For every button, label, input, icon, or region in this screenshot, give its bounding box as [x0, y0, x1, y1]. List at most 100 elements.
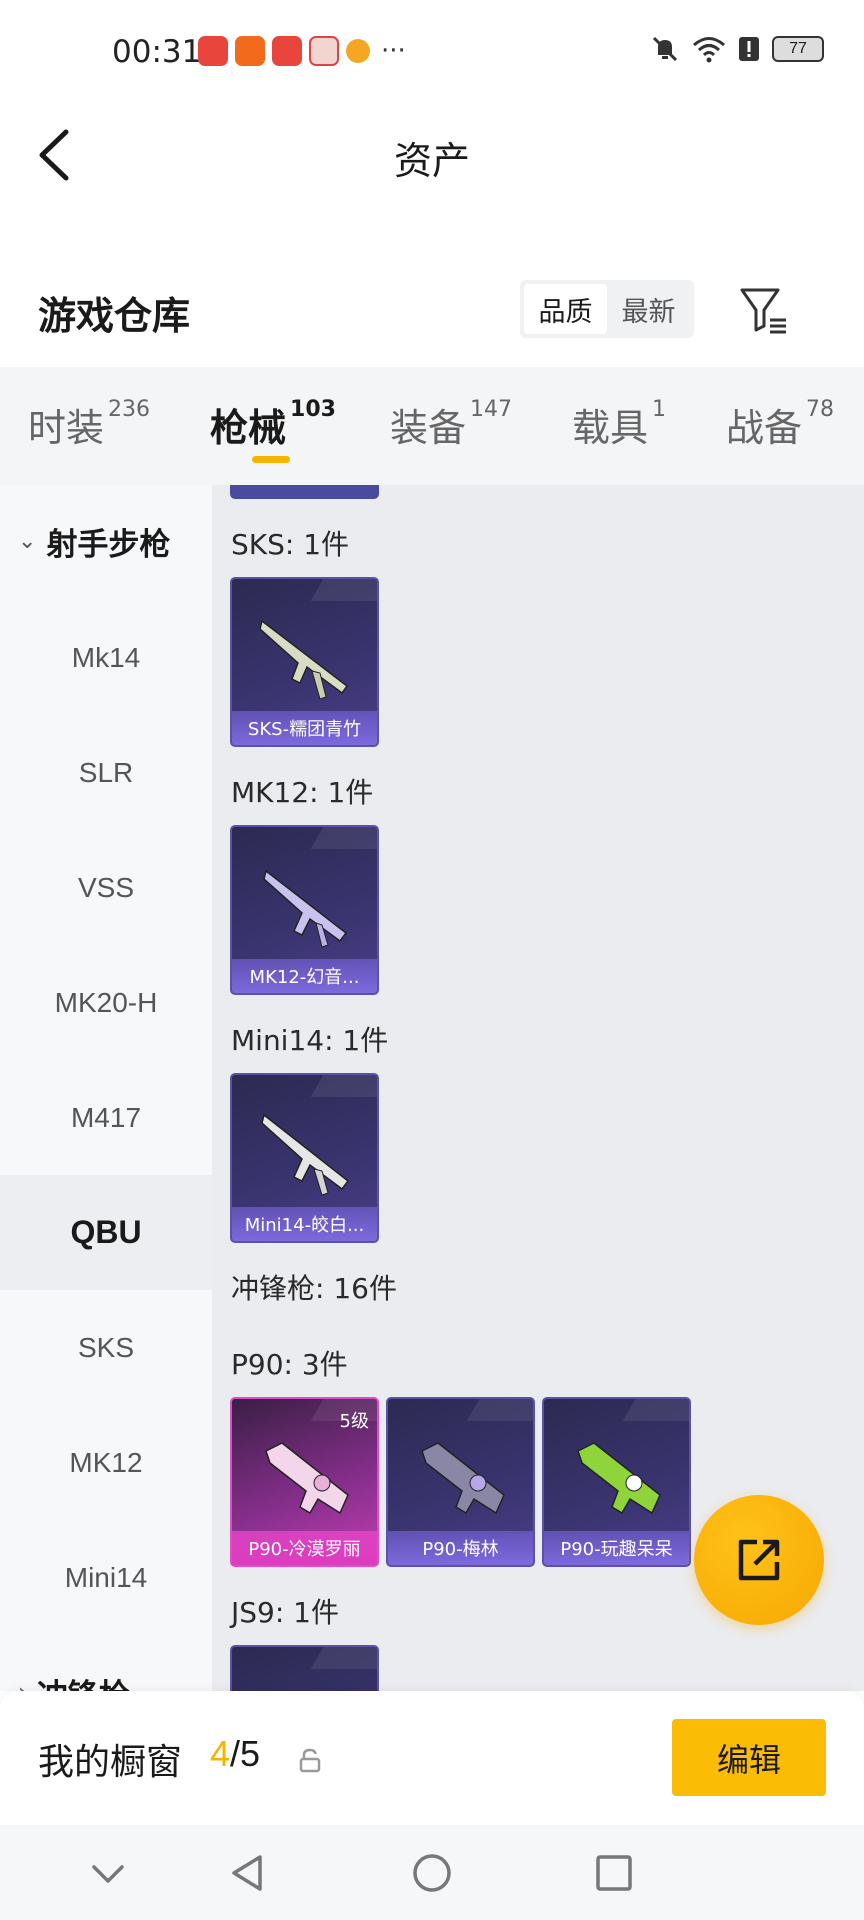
tab-label: 枪械	[210, 406, 287, 450]
section-title-sks: SKS: 1件	[231, 528, 350, 561]
tab-count: 1	[652, 397, 667, 422]
sort-quality-button[interactable]: 品质	[524, 284, 607, 334]
sidebar-item-mk14[interactable]: Mk14	[0, 600, 212, 715]
tab-count: 103	[290, 397, 336, 422]
section-title-p90: P90: 3件	[231, 1348, 348, 1381]
home-circle-icon[interactable]	[410, 1851, 454, 1895]
page-title: 资产	[393, 139, 470, 183]
tab-label: 装备	[390, 406, 467, 450]
weapon-card[interactable]: P90-梅林	[386, 1397, 535, 1567]
tab-count: 236	[108, 397, 151, 422]
app-notification-icon	[235, 36, 265, 66]
sidebar-item-mk20h[interactable]: MK20-H	[0, 945, 212, 1060]
mute-bell-icon	[652, 36, 678, 62]
recents-square-icon[interactable]	[592, 1851, 636, 1895]
rifle-icon	[263, 869, 348, 948]
weapon-card-name: P90-冷漠罗丽	[232, 1531, 377, 1565]
filter-icon[interactable]	[736, 282, 792, 338]
section-title-js9: JS9: 1件	[231, 1596, 339, 1629]
wifi-icon	[693, 37, 725, 63]
showcase-title: 我的橱窗	[38, 1742, 183, 1783]
alert-icon	[739, 37, 759, 61]
sidebar-group-smg[interactable]: › 冲锋枪	[0, 1635, 212, 1691]
notification-icons: ···	[198, 36, 406, 66]
rifle-icon	[259, 619, 349, 700]
tab-label: 时装	[28, 406, 105, 450]
showcase-count: 4/5	[210, 1733, 260, 1775]
system-nav-bar	[0, 1825, 864, 1920]
sidebar-group-label: 射手步枪	[46, 527, 171, 563]
section-title-mini14: Mini14: 1件	[231, 1024, 389, 1057]
status-bar: 00:31 ··· 77	[0, 0, 864, 104]
app-notification-icon	[198, 36, 228, 66]
weapon-sidebar: ⌄ 射手步枪 Mk14 SLR VSS MK20-H M417 QBU SKS M…	[0, 485, 212, 1691]
showcase-panel: 我的橱窗 4/5 编辑	[0, 1691, 864, 1825]
card-stripe	[310, 1075, 377, 1097]
more-notifications-icon: ···	[381, 36, 406, 66]
tab-firearms[interactable]: 枪械 103	[210, 397, 336, 452]
app-notification-icon	[272, 36, 302, 66]
status-time: 00:31	[112, 34, 202, 70]
smg-icon	[577, 1442, 661, 1515]
pet-notification-icon	[346, 39, 370, 63]
sidebar-item-m417[interactable]: M417	[0, 1060, 212, 1175]
sidebar-group-label: 冲锋枪	[37, 1670, 130, 1691]
tab-equipment[interactable]: 装备 147	[390, 397, 512, 452]
smg-icon	[421, 1442, 505, 1515]
tab-label: 战备	[726, 406, 803, 450]
rifle-icon	[261, 1113, 350, 1196]
active-tab-indicator	[252, 456, 290, 463]
weapon-card[interactable]: P90-玩趣呆呆	[542, 1397, 691, 1567]
edit-button[interactable]: 编辑	[672, 1719, 826, 1796]
gift-notification-icon	[309, 36, 339, 66]
back-triangle-icon[interactable]	[226, 1851, 270, 1895]
warehouse-title: 游戏仓库	[38, 294, 191, 338]
system-icons: 77	[650, 34, 824, 64]
card-stripe	[310, 1647, 377, 1669]
sidebar-item-vss[interactable]: VSS	[0, 830, 212, 945]
sort-toggle: 品质 最新	[520, 280, 694, 338]
chevron-down-icon: ⌄	[18, 529, 37, 554]
showcase-separator: /	[230, 1733, 241, 1774]
share-icon	[738, 1539, 780, 1581]
sort-newest-button[interactable]: 最新	[607, 284, 690, 334]
battery-indicator: 77	[772, 36, 824, 62]
showcase-current: 4	[210, 1733, 231, 1774]
card-stripe	[466, 1399, 533, 1421]
section-title-mk12: MK12: 1件	[231, 776, 374, 809]
smg-icon	[265, 1442, 349, 1515]
sidebar-item-mini14[interactable]: Mini14	[0, 1520, 212, 1635]
tab-count: 147	[470, 397, 513, 422]
sidebar-item-slr[interactable]: SLR	[0, 715, 212, 830]
sidebar-item-mk12[interactable]: MK12	[0, 1405, 212, 1520]
card-stripe	[310, 579, 377, 601]
tab-label: 载具	[572, 406, 649, 450]
sidebar-item-qbu[interactable]: QBU	[0, 1175, 212, 1290]
share-button[interactable]	[694, 1495, 824, 1625]
weapon-card-name: P90-梅林	[388, 1531, 533, 1565]
tab-combat-supplies[interactable]: 战备 78	[726, 397, 834, 452]
section-title-smg: 冲锋枪: 16件	[231, 1272, 397, 1305]
weapon-card[interactable]: MK12-幻音...	[230, 825, 379, 995]
chevron-down-icon[interactable]	[86, 1851, 130, 1895]
weapon-card[interactable]: Mini14-皎白...	[230, 1073, 379, 1243]
weapon-card-partial[interactable]	[230, 485, 379, 499]
tab-fashion[interactable]: 时装 236	[28, 397, 150, 452]
weapon-card-name: SKS-糯团青竹	[232, 711, 377, 745]
tab-vehicles[interactable]: 载具 1	[572, 397, 666, 452]
chevron-right-icon: ›	[18, 1680, 27, 1691]
category-tabs: 时装 236 枪械 103 装备 147 载具 1 战备 78	[0, 367, 864, 485]
card-stripe	[310, 827, 377, 849]
weapon-card[interactable]: SKS-糯团青竹	[230, 577, 379, 747]
tab-count: 78	[806, 397, 835, 422]
weapon-card[interactable]	[230, 1645, 379, 1691]
lock-icon	[299, 1748, 321, 1773]
card-stripe	[622, 1399, 689, 1421]
weapon-card-name: MK12-幻音...	[232, 959, 377, 993]
showcase-total: 5	[240, 1733, 261, 1774]
weapon-card[interactable]: 5级 P90-冷漠罗丽	[230, 1397, 379, 1567]
weapon-card-name: P90-玩趣呆呆	[544, 1531, 689, 1565]
weapon-card-name: Mini14-皎白...	[232, 1207, 377, 1241]
sidebar-item-sks[interactable]: SKS	[0, 1290, 212, 1405]
sidebar-group-marksman-rifle[interactable]: ⌄ 射手步枪	[0, 485, 212, 599]
